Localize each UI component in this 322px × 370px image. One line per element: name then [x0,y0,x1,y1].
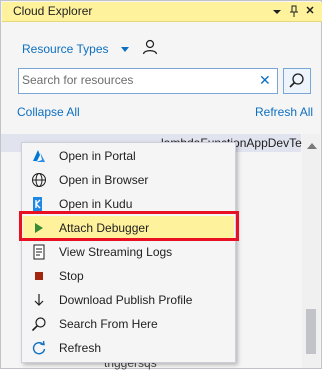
resource-types-dropdown[interactable]: Resource Types [22,42,109,56]
menu-item-stop[interactable]: Stop [23,264,234,288]
search-button[interactable] [283,68,311,94]
context-menu: Open in Portal Open in Browser Open in K… [21,142,236,363]
azure-logo-icon [31,148,47,164]
globe-icon [31,172,47,188]
toolbar: Resource Types [2,22,322,58]
title-bar: Cloud Explorer [2,2,322,22]
menu-item-view-streaming-logs[interactable]: View Streaming Logs [23,240,234,264]
cloud-explorer-panel: Cloud Explorer Resource Types Search for… [0,0,322,370]
menu-item-download-publish-profile[interactable]: Download Publish Profile [23,288,234,312]
menu-item-refresh[interactable]: Refresh [23,336,234,360]
vertical-scrollbar[interactable] [302,134,320,368]
menu-item-search-from-here[interactable]: Search From Here [23,312,234,336]
clear-search-icon[interactable]: ✕ [259,72,271,88]
search-input[interactable] [19,69,258,91]
stop-icon [31,268,47,284]
collapse-all-link[interactable]: Collapse All [17,105,80,119]
refresh-all-link[interactable]: Refresh All [255,105,313,119]
close-icon[interactable] [303,3,317,19]
dropdown-arrow-icon[interactable] [270,3,284,19]
menu-item-open-in-portal[interactable]: Open in Portal [23,144,234,168]
menu-item-open-in-browser[interactable]: Open in Browser [23,168,234,192]
log-document-icon [31,244,47,260]
person-icon[interactable] [142,39,158,58]
kudu-icon [31,196,47,212]
search-icon [31,316,47,332]
search-box: ✕ [18,68,278,94]
refresh-icon [31,340,47,356]
scroll-up-icon[interactable] [307,143,317,149]
search-icon [289,73,304,88]
window-title: Cloud Explorer [13,4,93,18]
pin-icon[interactable] [287,3,301,19]
chevron-down-icon[interactable] [121,47,129,52]
download-icon [31,292,47,308]
highlight-annotation-box [19,211,239,241]
scrollbar-thumb[interactable] [306,309,316,354]
